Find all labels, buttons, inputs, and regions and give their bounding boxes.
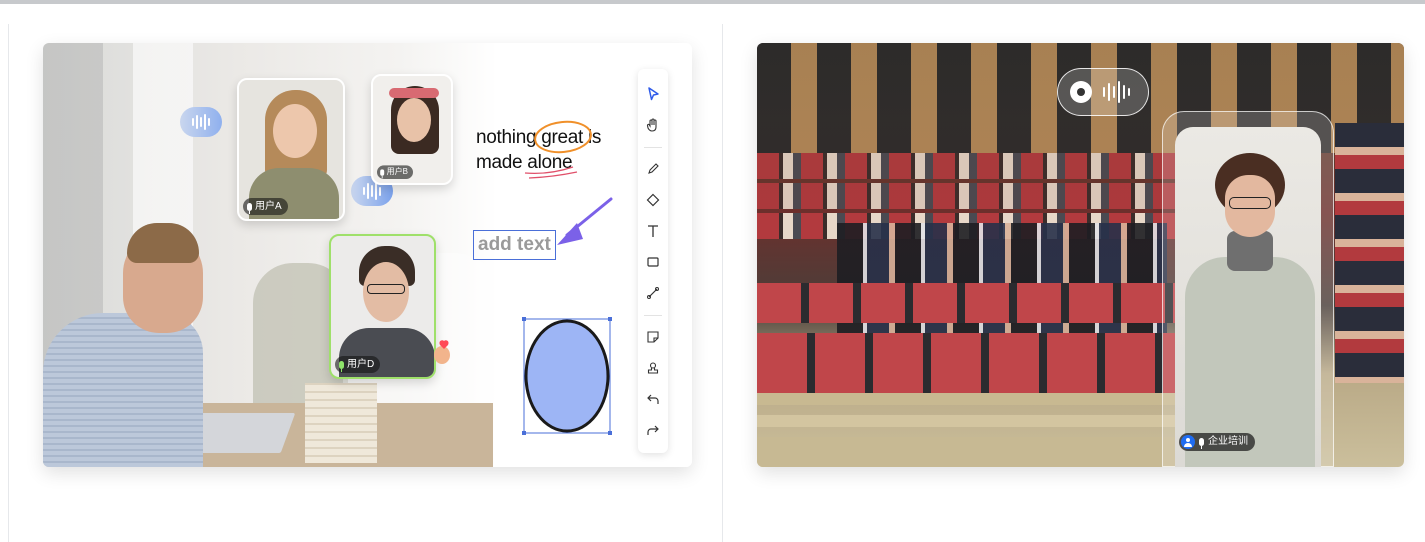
whiteboard-scene: 用户A 用户B 用户D nothing great is made alone … bbox=[43, 43, 692, 467]
participant-name-tag: 用户A bbox=[243, 198, 288, 215]
presenter-name-tag: 企业培训 bbox=[1179, 433, 1255, 451]
sticky-note-icon[interactable] bbox=[642, 326, 664, 348]
video-tile-user-a[interactable]: 用户A bbox=[237, 78, 345, 221]
toolbar-divider bbox=[644, 315, 662, 316]
training-scene: 企业培训 bbox=[757, 43, 1404, 467]
left-border bbox=[8, 24, 9, 542]
redo-icon[interactable] bbox=[642, 419, 664, 441]
participant-name-tag: 用户B bbox=[377, 165, 413, 179]
whiteboard-toolbar bbox=[638, 69, 668, 453]
top-divider bbox=[0, 0, 1425, 4]
camera-voice-indicator bbox=[1057, 68, 1149, 116]
step bbox=[757, 415, 1177, 427]
presenter-name: 企业培训 bbox=[1208, 436, 1248, 447]
mic-active-icon bbox=[339, 360, 344, 372]
audience-row bbox=[757, 183, 1177, 209]
presenter-video[interactable] bbox=[1175, 127, 1321, 467]
student-hair bbox=[127, 223, 199, 263]
hand-icon[interactable] bbox=[642, 114, 664, 136]
annotation-marks bbox=[524, 120, 592, 179]
step bbox=[757, 437, 1177, 467]
eraser-icon[interactable] bbox=[642, 189, 664, 211]
select-icon[interactable] bbox=[642, 83, 664, 105]
glasses bbox=[367, 284, 405, 294]
finger-heart-reaction-icon bbox=[434, 340, 450, 364]
student-body bbox=[43, 313, 203, 467]
circle-shape[interactable] bbox=[521, 316, 613, 436]
drawn-arrow[interactable] bbox=[553, 195, 615, 247]
headband bbox=[389, 88, 439, 98]
shape-icon[interactable] bbox=[642, 251, 664, 273]
participant-name-tag: 用户D bbox=[335, 356, 381, 373]
seat-row bbox=[757, 283, 1177, 323]
audience-right bbox=[1335, 123, 1404, 383]
mic-icon bbox=[1199, 438, 1204, 449]
video-tile-user-b[interactable]: 用户B bbox=[371, 74, 453, 185]
voice-activity-indicator bbox=[180, 107, 222, 137]
book-stack bbox=[305, 383, 377, 463]
participant-face bbox=[273, 104, 317, 158]
step bbox=[757, 393, 1177, 405]
presenter-turtleneck bbox=[1227, 231, 1273, 271]
toolbar-divider bbox=[644, 147, 662, 148]
presenter-glasses bbox=[1229, 197, 1271, 209]
participant-name: 用户D bbox=[347, 359, 375, 370]
audience-row bbox=[757, 153, 1177, 179]
seat-row bbox=[757, 333, 1177, 393]
user-icon bbox=[1181, 435, 1195, 449]
video-tile-user-d[interactable]: 用户D bbox=[329, 234, 436, 379]
line-icon[interactable] bbox=[642, 282, 664, 304]
stamp-icon[interactable] bbox=[642, 357, 664, 379]
mic-icon bbox=[247, 202, 252, 214]
participant-face bbox=[397, 98, 431, 142]
webcam-icon bbox=[1070, 81, 1092, 103]
mic-icon bbox=[380, 169, 385, 178]
text-input-box[interactable]: add text bbox=[473, 230, 556, 260]
text-icon[interactable] bbox=[642, 220, 664, 242]
participant-name: 用户A bbox=[255, 201, 282, 212]
center-divider bbox=[722, 24, 723, 542]
pen-icon[interactable] bbox=[642, 158, 664, 180]
participant-name: 用户B bbox=[386, 167, 408, 177]
undo-icon[interactable] bbox=[642, 388, 664, 410]
